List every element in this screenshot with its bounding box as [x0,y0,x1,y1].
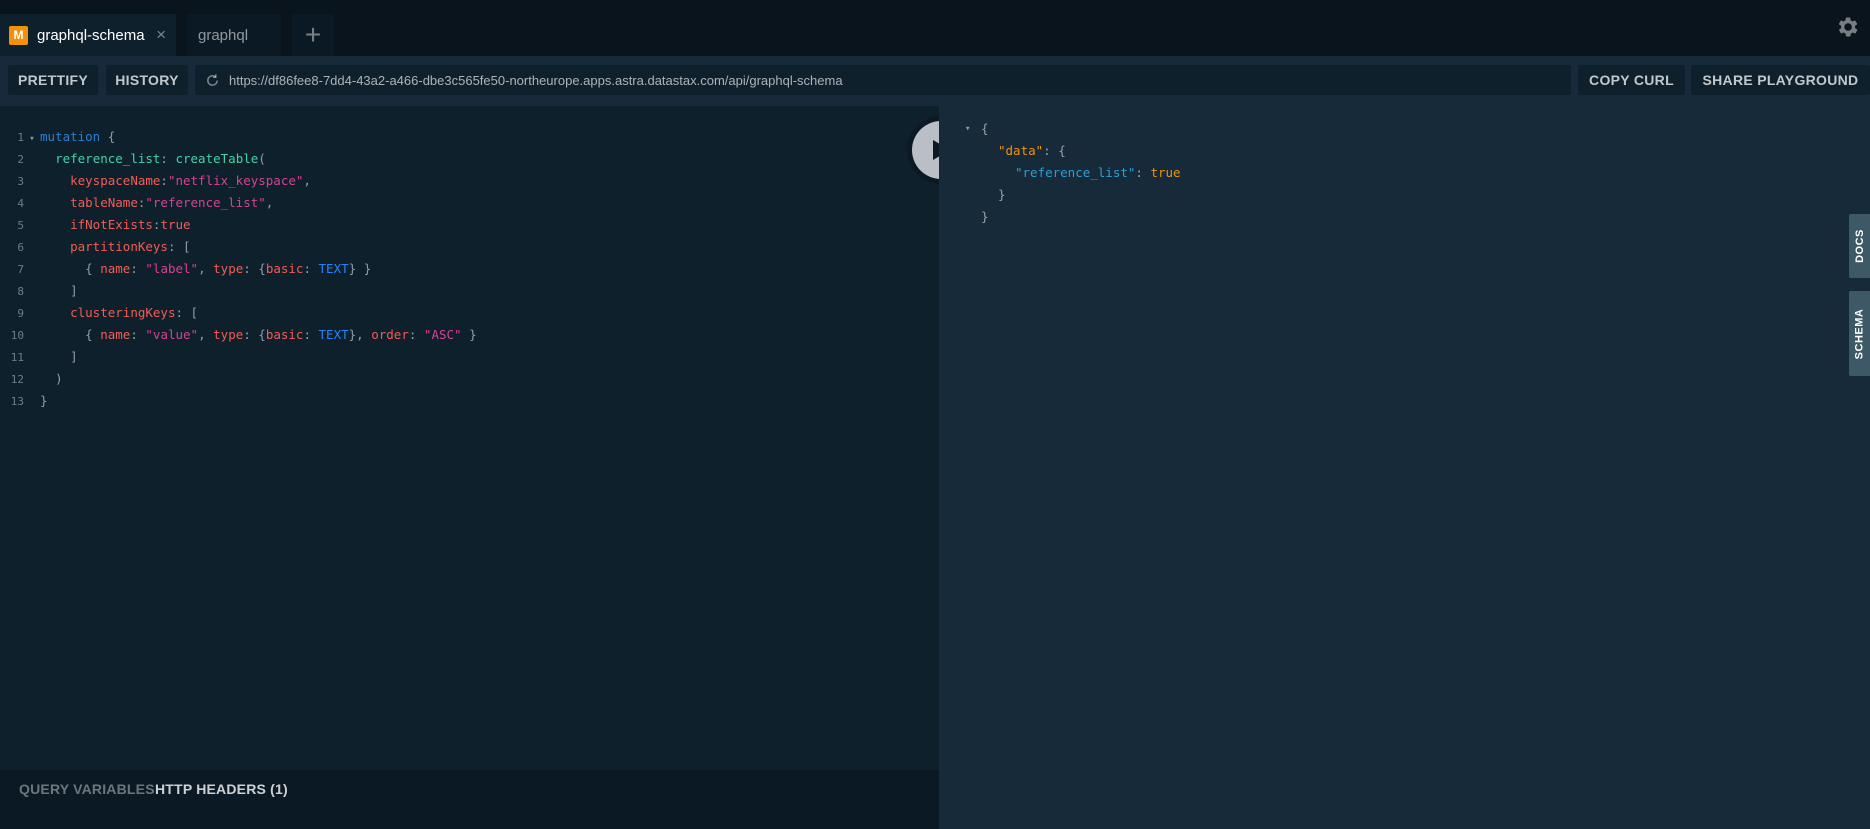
tab-graphql[interactable]: graphql [187,14,281,56]
code-line: 1 ▾ mutation { [0,126,900,148]
endpoint-url-bar [195,65,1571,95]
copy-curl-button[interactable]: COPY CURL [1578,65,1685,95]
code-text: ] [70,283,78,298]
docs-tab-label: DOCS [1853,229,1866,263]
docs-tab[interactable]: DOCS [1849,214,1870,278]
code-text: ifNotExists:true [70,217,191,232]
code-text: { name: "value", type: {basic: TEXT}, or… [85,327,477,342]
tab-query-variables[interactable]: QUERY VARIABLES [19,781,155,797]
line-number: 10 [10,329,24,342]
code-text: ) [55,371,63,386]
line-number: 12 [10,373,24,386]
line-number: 8 [17,285,24,298]
code-text: keyspaceName:"netflix_keyspace", [70,173,311,188]
endpoint-url-input[interactable] [229,72,1549,88]
code-text: { name: "label", type: {basic: TEXT} } [85,261,372,276]
tab-bar: M graphql-schema × graphql + [0,0,1870,56]
line-number: 4 [17,197,24,210]
code-line: 11 ] [0,346,900,368]
code-text: clusteringKeys: [ [70,305,199,320]
code-text: reference_list: createTable( [55,151,266,166]
code-text: tableName:"reference_list", [70,195,274,210]
line-number: 3 [17,175,24,188]
tab-http-headers[interactable]: HTTP HEADERS (1) [155,781,288,797]
code-line: 2 reference_list: createTable( [0,148,900,170]
reload-icon[interactable] [205,73,220,88]
code-line: 9 clusteringKeys: [ [0,302,900,324]
close-icon[interactable]: × [156,25,166,45]
line-number: 7 [17,263,24,276]
result-line: "reference_list": true [1015,165,1181,180]
code-text: ] [70,349,78,364]
result-line: } [998,187,1006,202]
line-number: 6 [17,241,24,254]
prettify-button[interactable]: PRETTIFY [8,65,98,95]
result-line: "data": { [998,143,1066,158]
line-number: 11 [10,351,24,364]
toolbar: PRETTIFY HISTORY COPY CURL SHARE PLAYGRO… [0,56,1870,106]
code-line: 8 ] [0,280,900,302]
code-text: partitionKeys: [ [70,239,191,254]
line-number: 5 [17,219,24,232]
query-editor[interactable]: 1 ▾ mutation {2 reference_list: createTabl… [0,106,939,770]
code-line: 6 partitionKeys: [ [0,236,900,258]
history-button[interactable]: HISTORY [106,65,188,95]
result-line: ▾ { [965,118,989,140]
share-playground-button[interactable]: SHARE PLAYGROUND [1691,65,1870,95]
fold-arrow-icon[interactable]: ▾ [965,118,976,140]
code-line: 10 { name: "value", type: {basic: TEXT},… [0,324,900,346]
result-line: } [981,209,989,224]
gear-icon[interactable] [1834,14,1860,40]
plus-icon: + [304,19,322,50]
query-variables-panel: QUERY VARIABLES HTTP HEADERS (1) [0,770,939,829]
result-pane: ▾ { "data": { "reference_list": true}} DOC… [939,106,1870,829]
tab-badge: M [9,25,28,45]
code-line: 4 tableName:"reference_list", [0,192,900,214]
code-line: 7 { name: "label", type: {basic: TEXT} } [0,258,900,280]
fold-arrow-icon[interactable]: ▾ [24,128,40,150]
code-line: 5 ifNotExists:true [0,214,900,236]
schema-tab[interactable]: SCHEMA [1849,291,1870,376]
code-line: 12 ) [0,368,900,390]
line-number: 13 [10,395,24,408]
schema-tab-label: SCHEMA [1853,308,1866,359]
line-number: 1 [17,131,24,144]
code-line: 13} [0,390,900,412]
code-text: } [40,393,48,408]
line-number: 2 [17,153,24,166]
line-number: 9 [17,307,24,320]
code-line: 3 keyspaceName:"netflix_keyspace", [0,170,900,192]
tab-label: graphql-schema [37,26,145,44]
code-text: mutation { [40,129,116,144]
tab-label: graphql [198,26,249,44]
add-tab-button[interactable]: + [292,14,334,56]
tab-graphql-schema[interactable]: M graphql-schema × [0,14,176,56]
